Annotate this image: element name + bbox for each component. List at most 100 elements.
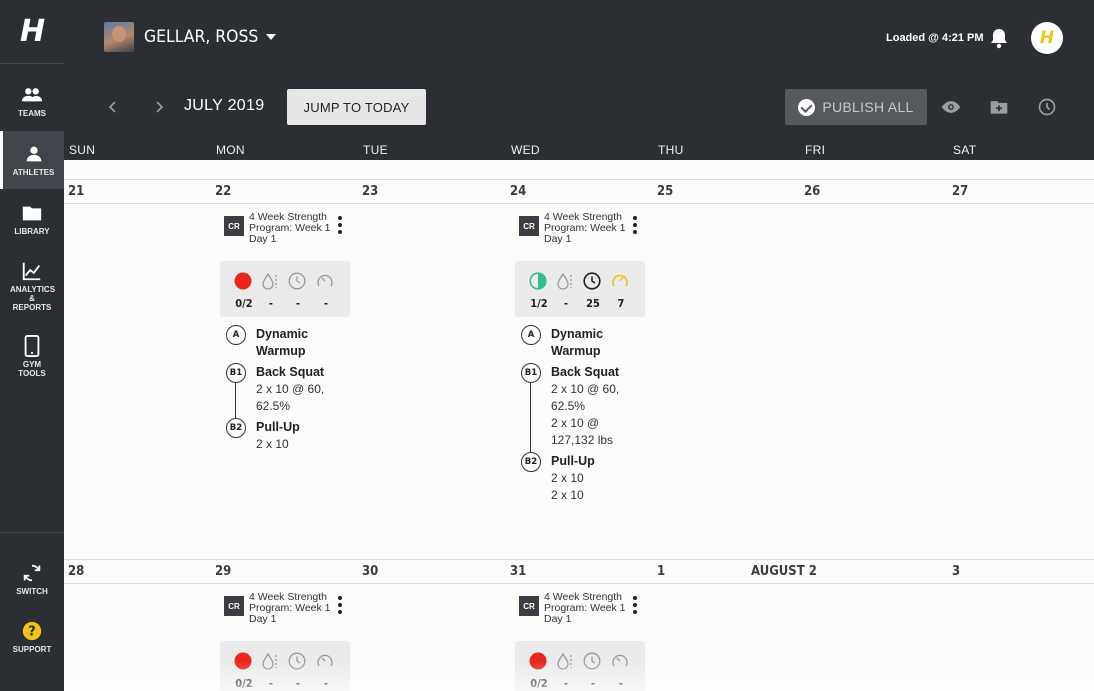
chevron-left-icon[interactable] (106, 99, 118, 115)
help-icon: ? (22, 621, 42, 641)
program-header[interactable]: CR 4 Week Strength Program: Week 1 Day 1 (519, 212, 659, 246)
program-badge: CR (519, 596, 539, 616)
date-cell[interactable]: AUGUST 2 (751, 564, 817, 579)
exercise-detail: 2 x 10 @ 60, 62.5% (256, 382, 325, 413)
stat-rpe: - (563, 297, 569, 310)
sidebar-item-library[interactable]: LIBRARY (0, 190, 64, 248)
clock-icon[interactable] (1037, 97, 1057, 117)
day-header-tue: TUE (363, 143, 388, 157)
exercise-detail: 2 x 10 @ 60, 62.5% (551, 382, 620, 413)
stat-duration: - (590, 677, 596, 690)
sidebar-item-label: ANALYTICS & REPORTS (10, 285, 56, 312)
exercise-name[interactable]: Pull-Up (256, 419, 346, 436)
loaded-status: Loaded @ 4:21 PM (886, 32, 984, 44)
rpe-drop-icon (262, 652, 277, 670)
exercise-detail: 2 x 10 (551, 471, 584, 485)
sidebar-item-label: ATHLETES (12, 168, 55, 177)
exercise-label-circle: B2 (521, 452, 541, 472)
more-options-icon[interactable] (630, 216, 640, 234)
sidebar-item-label: TEAMS (18, 109, 46, 118)
exercise-name[interactable]: Dynamic Warmup (551, 326, 641, 360)
chevron-right-icon[interactable] (154, 99, 166, 115)
clock-icon (583, 272, 601, 290)
stat-completion: 1/2 (530, 297, 548, 310)
date-cell[interactable]: 1 (657, 564, 665, 579)
program-header[interactable]: CR 4 Week Strength Program: Week 1 Day 1 (519, 592, 659, 626)
sidebar-item-teams[interactable]: TEAMS (0, 72, 64, 130)
sidebar-item-support[interactable]: ? SUPPORT (0, 608, 64, 666)
workout-stats: 1/2 - 25 7 (515, 261, 645, 317)
stat-intensity: - (618, 677, 624, 690)
athlete-selector[interactable]: GELLAR, ROSS (104, 22, 277, 52)
teams-icon (21, 88, 43, 102)
date-cell[interactable]: 27 (952, 184, 968, 199)
date-cell[interactable]: 24 (510, 184, 526, 199)
publish-all-button[interactable]: PUBLISH ALL (785, 89, 927, 125)
top-header: GELLAR, ROSS Loaded @ 4:21 PM H JULY 201… (64, 0, 1094, 160)
workout-stats: 0/2 - - - (220, 261, 350, 317)
more-options-icon[interactable] (335, 216, 345, 234)
svg-text:?: ? (28, 625, 35, 640)
logo-letter: H (19, 14, 45, 49)
date-cell[interactable]: 26 (804, 184, 820, 199)
sidebar-item-label: GYM TOOLS (18, 359, 46, 378)
date-cell[interactable]: 22 (215, 184, 231, 199)
program-header[interactable]: CR 4 Week Strength Program: Week 1 Day 1 (224, 592, 364, 626)
exercise-name[interactable]: Back Squat (551, 364, 641, 381)
more-options-icon[interactable] (335, 596, 345, 614)
stat-duration: - (295, 297, 301, 310)
completion-icon (234, 272, 252, 290)
date-cell[interactable]: 23 (362, 184, 378, 199)
sidebar-item-label: LIBRARY (14, 227, 50, 236)
stat-intensity: 7 (617, 297, 625, 310)
publish-all-label: PUBLISH ALL (822, 99, 914, 115)
program-title: 4 Week Strength Program: Week 1 Day 1 (249, 591, 331, 625)
exercise-name[interactable]: Back Squat (256, 364, 346, 381)
stat-completion: 0/2 (530, 677, 548, 690)
date-cell[interactable]: 28 (68, 564, 84, 579)
date-cell[interactable]: 29 (215, 564, 231, 579)
rpe-drop-icon (557, 652, 572, 670)
jump-to-today-button[interactable]: JUMP TO TODAY (287, 89, 426, 125)
week-divider (64, 203, 1094, 204)
sidebar-item-analytics[interactable]: ANALYTICS & REPORTS (0, 254, 64, 318)
week-divider (64, 583, 1094, 584)
date-cell[interactable]: 31 (510, 564, 526, 579)
exercise-label-circle: B1 (226, 363, 246, 383)
completion-icon (234, 652, 252, 670)
day-header-fri: FRI (805, 143, 826, 157)
sidebar-item-switch[interactable]: SWITCH (0, 550, 64, 608)
date-cell[interactable]: 3 (952, 564, 960, 579)
sidebar-item-gym-tools[interactable]: GYM TOOLS (0, 324, 64, 388)
week-divider (64, 559, 1094, 560)
bell-icon[interactable] (990, 27, 1008, 49)
program-title: 4 Week Strength Program: Week 1 Day 1 (544, 211, 626, 245)
exercise-name[interactable]: Dynamic Warmup (256, 326, 346, 360)
gauge-icon (612, 654, 628, 667)
hudl-logo[interactable]: H (0, 0, 64, 64)
completion-icon (529, 652, 547, 670)
date-cell[interactable]: 21 (68, 184, 84, 199)
stat-rpe: - (268, 677, 274, 690)
sidebar-item-athletes[interactable]: ATHLETES (0, 131, 64, 189)
date-cell[interactable]: 30 (362, 564, 378, 579)
superset-connector (530, 382, 531, 452)
more-options-icon[interactable] (630, 596, 640, 614)
user-avatar[interactable]: H (1031, 22, 1063, 54)
check-circle-icon (798, 98, 816, 116)
athlete-avatar (104, 22, 134, 52)
clock-icon (583, 652, 601, 670)
gauge-icon (317, 654, 333, 667)
date-cell[interactable]: 25 (657, 184, 673, 199)
stat-intensity: - (323, 297, 329, 310)
switch-icon (23, 564, 41, 582)
gauge-icon (317, 274, 333, 287)
eye-icon[interactable] (941, 97, 961, 117)
exercise-name[interactable]: Pull-Up (551, 453, 641, 470)
athlete-name: GELLAR, ROSS (144, 27, 259, 47)
analytics-icon (22, 262, 41, 281)
tablet-icon (24, 334, 40, 357)
program-title: 4 Week Strength Program: Week 1 Day 1 (249, 211, 331, 245)
folder-add-icon[interactable] (989, 97, 1009, 117)
program-header[interactable]: CR 4 Week Strength Program: Week 1 Day 1 (224, 212, 364, 246)
